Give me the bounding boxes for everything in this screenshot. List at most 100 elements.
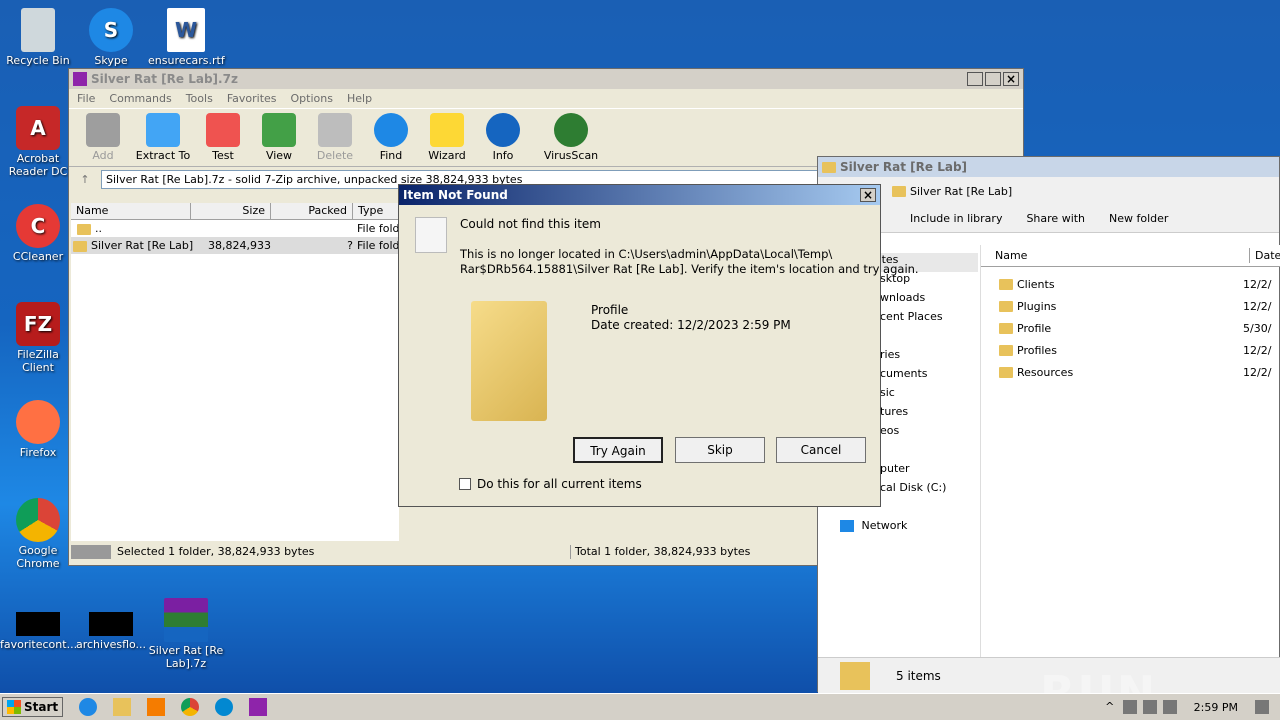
col-packed[interactable]: Packed — [271, 203, 353, 219]
list-item[interactable]: Profiles 12/2/ — [981, 339, 1280, 361]
folder-icon — [999, 279, 1013, 290]
chevron-up-icon[interactable]: ^ — [1103, 700, 1117, 714]
cancel-button[interactable]: Cancel — [776, 437, 866, 463]
col-name[interactable]: Name — [981, 248, 1250, 263]
folder-icon — [999, 367, 1013, 378]
edge-icon[interactable] — [215, 698, 234, 716]
col-type[interactable]: Type — [353, 203, 399, 219]
info-icon — [486, 113, 520, 147]
network-icon — [840, 520, 854, 532]
item-name: Profile — [591, 303, 629, 317]
skip-button[interactable]: Skip — [675, 437, 765, 463]
table-row[interactable]: .. File folder — [71, 220, 399, 237]
minimize-button[interactable] — [967, 72, 983, 86]
desktop-icon-chrome[interactable]: Google Chrome — [0, 498, 76, 570]
list-item[interactable]: Resources 12/2/ — [981, 361, 1280, 383]
col-size[interactable]: Size — [191, 203, 271, 219]
desktop-icon-label: Silver Rat [Re Lab].7z — [148, 644, 224, 670]
dialog-titlebar[interactable]: Item Not Found × — [399, 185, 880, 205]
maximize-button[interactable] — [985, 72, 1001, 86]
checkbox-box[interactable] — [459, 478, 471, 490]
desktop-icon-ensurecars[interactable]: W ensurecars.rtf — [148, 8, 225, 67]
list-item[interactable]: Clients 12/2/ — [981, 273, 1280, 295]
zip-titlebar[interactable]: Silver Rat [Re Lab].7z × — [69, 69, 1023, 89]
word-document-icon: W — [167, 8, 205, 52]
dialog-title: Item Not Found — [403, 188, 508, 202]
apply-all-checkbox[interactable]: Do this for all current items — [459, 477, 642, 491]
list-item[interactable]: Profile 5/30/ — [981, 317, 1280, 339]
flag-icon[interactable] — [1162, 700, 1177, 714]
menu-file[interactable]: File — [77, 92, 95, 105]
desktop-icon-ccleaner[interactable]: C CCleaner — [0, 204, 76, 263]
desktop-icon-recycle-bin[interactable]: Recycle Bin — [0, 8, 76, 67]
show-desktop-icon[interactable] — [1255, 700, 1269, 714]
winrar-icon[interactable] — [249, 698, 268, 716]
share-with-button[interactable]: Share with — [1026, 212, 1085, 225]
desktop-icon-archivesflo[interactable]: archivesflo... — [73, 612, 149, 651]
add-button[interactable]: Add — [77, 113, 129, 162]
folder-icon — [999, 301, 1013, 312]
filezilla-icon: FZ — [16, 302, 60, 346]
desktop-icon-label: ensurecars.rtf — [148, 54, 225, 67]
delete-button[interactable]: Delete — [309, 113, 361, 162]
desktop-icon-label: Firefox — [19, 446, 57, 459]
menu-favorites[interactable]: Favorites — [227, 92, 277, 105]
clock[interactable]: 2:59 PM — [1194, 701, 1238, 714]
desktop-icon-filezilla[interactable]: FZ FileZilla Client — [0, 302, 76, 374]
test-button[interactable]: Test — [197, 113, 249, 162]
file-pane: Name Date Clients 12/2/ Plugins 12/2/ Pr… — [980, 245, 1280, 659]
explorer-address[interactable]: Silver Rat [Re Lab] — [818, 177, 1279, 205]
chrome-icon[interactable] — [181, 698, 200, 716]
dialog-heading: Could not find this item — [460, 217, 601, 231]
include-library-button[interactable]: Include in library — [910, 212, 1002, 225]
folder-icon — [822, 161, 836, 173]
table-row[interactable]: Silver Rat [Re Lab] 38,824,933 ? File fo… — [71, 237, 399, 254]
media-player-icon[interactable] — [147, 698, 166, 716]
folder-icon — [73, 240, 87, 252]
close-button[interactable]: × — [860, 188, 876, 202]
file-move-icon — [415, 217, 447, 253]
acrobat-icon: A — [16, 106, 60, 150]
find-button[interactable]: Find — [365, 113, 417, 162]
col-date[interactable]: Date — [1250, 248, 1280, 263]
info-button[interactable]: Info — [477, 113, 529, 162]
close-button[interactable]: × — [1003, 72, 1019, 86]
desktop-icon-skype[interactable]: S Skype — [73, 8, 149, 67]
virusscan-button[interactable]: VirusScan — [541, 113, 601, 162]
menu-tools[interactable]: Tools — [186, 92, 213, 105]
explorer-icon[interactable] — [113, 698, 132, 716]
wizard-button[interactable]: Wizard — [421, 113, 473, 162]
start-button[interactable]: Start — [2, 697, 64, 717]
up-arrow-icon[interactable]: ↑ — [75, 173, 95, 186]
speaker-icon[interactable] — [1122, 700, 1137, 714]
desktop-icon-firefox[interactable]: Firefox — [0, 400, 76, 459]
desktop-icon-label: FileZilla Client — [17, 348, 59, 374]
try-again-button[interactable]: Try Again — [573, 437, 663, 463]
file-list: Name Size Packed Type .. File folder Sil… — [71, 203, 399, 541]
network-icon[interactable] — [1142, 700, 1157, 714]
breadcrumb[interactable]: Silver Rat [Re Lab] — [910, 185, 1012, 198]
extract-to-button[interactable]: Extract To — [133, 113, 193, 162]
folder-icon — [892, 185, 906, 197]
ie-icon[interactable] — [79, 698, 98, 716]
explorer-titlebar[interactable]: Silver Rat [Re Lab] — [818, 157, 1279, 177]
column-header: Name Date — [981, 245, 1280, 267]
desktop-icon-label: archivesflo... — [75, 638, 147, 651]
menu-help[interactable]: Help — [347, 92, 372, 105]
new-folder-button[interactable]: New folder — [1109, 212, 1168, 225]
window-title: Silver Rat [Re Lab] — [840, 160, 968, 174]
list-item[interactable]: Plugins 12/2/ — [981, 295, 1280, 317]
status-left: Selected 1 folder, 38,824,933 bytes — [117, 545, 571, 559]
nav-network[interactable]: Network — [818, 519, 978, 538]
ccleaner-icon: C — [16, 204, 60, 248]
menu-options[interactable]: Options — [291, 92, 333, 105]
view-button[interactable]: View — [253, 113, 305, 162]
taskbar: Start ^ 2:59 PM — [0, 693, 1280, 720]
col-name[interactable]: Name — [71, 203, 191, 219]
menu-commands[interactable]: Commands — [109, 92, 171, 105]
desktop-icon-acrobat[interactable]: A Acrobat Reader DC — [0, 106, 76, 178]
desktop-icon-label: Acrobat Reader DC — [8, 152, 68, 178]
black-file-icon — [89, 612, 133, 636]
desktop-icon-favoritecont[interactable]: favoritecont... — [0, 612, 77, 651]
desktop-icon-silver-rat-7z[interactable]: Silver Rat [Re Lab].7z — [148, 598, 224, 670]
